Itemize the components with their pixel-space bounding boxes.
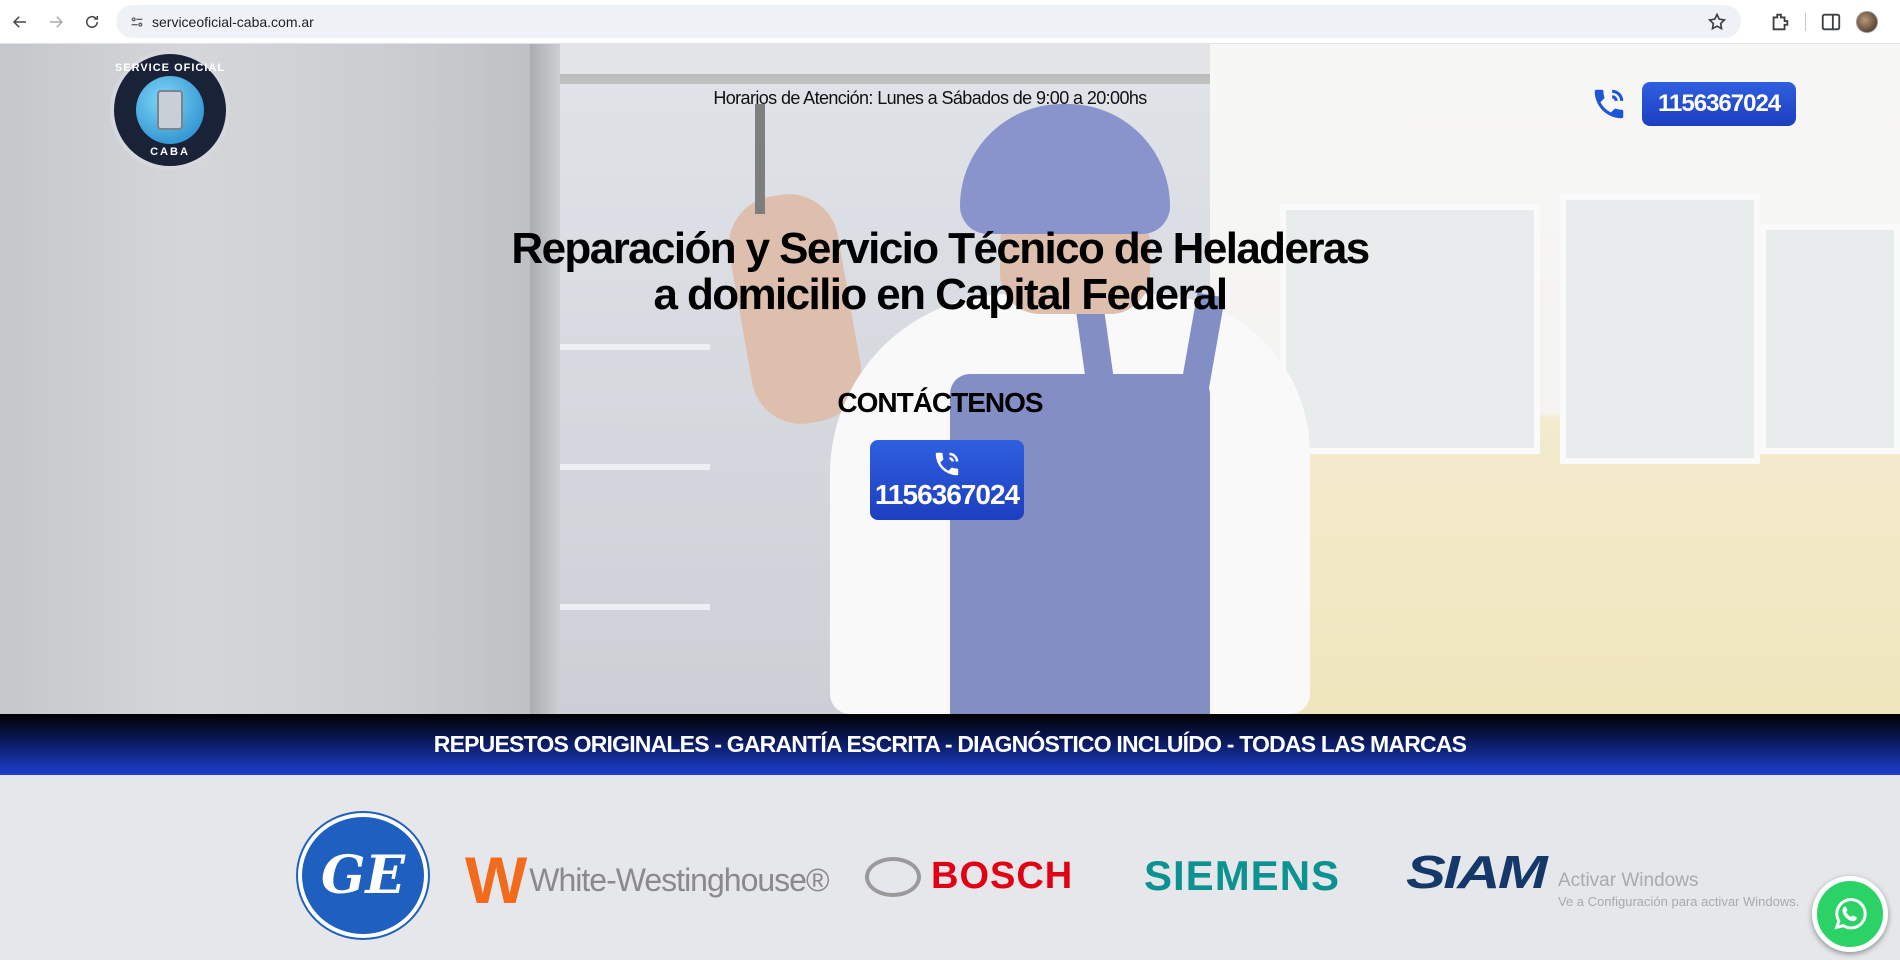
bookmark-star-icon[interactable]	[1707, 12, 1727, 32]
forward-icon[interactable]	[40, 6, 72, 38]
logo-bottom-text: CABA	[150, 146, 190, 158]
activation-title: Activar Windows	[1558, 870, 1699, 891]
whatsapp-icon	[1834, 898, 1867, 930]
hero-headline: Reparación y Servicio Técnico de Helader…	[511, 224, 1370, 319]
brand-logo-bosch: BOSCH	[865, 855, 1073, 898]
brand-logo-white-westinghouse: W White-Westinghouse®	[465, 843, 830, 917]
header-phone[interactable]: 1156367024	[1590, 82, 1797, 126]
brands-strip: GE W White-Westinghouse® BOSCH SIEMENS S…	[0, 775, 1900, 960]
extensions-icon[interactable]	[1769, 11, 1791, 33]
url-text[interactable]: serviceoficial-caba.com.ar	[152, 14, 314, 30]
white-westinghouse-mark: W	[465, 843, 527, 917]
hero-overlay	[0, 44, 1900, 714]
brand-logo-siemens: SIEMENS	[1144, 852, 1341, 899]
site-logo[interactable]: SERVICE OFICIAL CABA	[110, 50, 230, 170]
whatsapp-button[interactable]	[1812, 876, 1888, 952]
contact-phone-button[interactable]: 1156367024	[870, 440, 1024, 520]
white-westinghouse-text: White-Westinghouse®	[529, 861, 829, 898]
brand-logo-siam: SIAM	[1406, 846, 1548, 898]
back-icon[interactable]	[4, 6, 36, 38]
benefits-text: REPUESTOS ORIGINALES - GARANTÍA ESCRITA …	[433, 731, 1467, 757]
contact-label: CONTÁCTENOS	[837, 387, 1043, 418]
address-bar[interactable]: serviceoficial-caba.com.ar	[116, 5, 1741, 38]
bosch-armature-icon	[865, 856, 921, 897]
logo-fridge-badge	[136, 76, 204, 144]
bosch-text: BOSCH	[931, 855, 1074, 897]
site-settings-icon[interactable]	[122, 5, 152, 38]
phone-ringing-icon	[932, 449, 962, 479]
activation-subtitle: Ve a Configuración para activar Windows.	[1558, 894, 1800, 909]
ge-logo-text: GE	[320, 845, 406, 906]
browser-toolbar: serviceoficial-caba.com.ar	[0, 0, 1900, 44]
benefits-band: REPUESTOS ORIGINALES - GARANTÍA ESCRITA …	[0, 714, 1900, 775]
profile-avatar[interactable]	[1856, 11, 1878, 33]
phone-ringing-icon[interactable]	[1590, 85, 1628, 123]
hero-section: SERVICE OFICIAL CABA Horarios de Atenció…	[0, 44, 1900, 714]
side-panel-icon[interactable]	[1820, 11, 1842, 33]
brand-logo-ge: GE	[298, 813, 428, 938]
toolbar-divider	[1805, 13, 1806, 31]
windows-activation-watermark: Activar Windows Ve a Configuración para …	[1558, 870, 1799, 909]
reload-icon[interactable]	[76, 6, 108, 38]
fridge-icon	[157, 90, 183, 130]
contact-phone-number[interactable]: 1156367024	[875, 479, 1020, 511]
business-hours: Horarios de Atención: Lunes a Sábados de…	[713, 88, 1147, 108]
logo-top-text: SERVICE OFICIAL	[114, 62, 226, 74]
header-phone-button[interactable]: 1156367024	[1642, 82, 1797, 126]
